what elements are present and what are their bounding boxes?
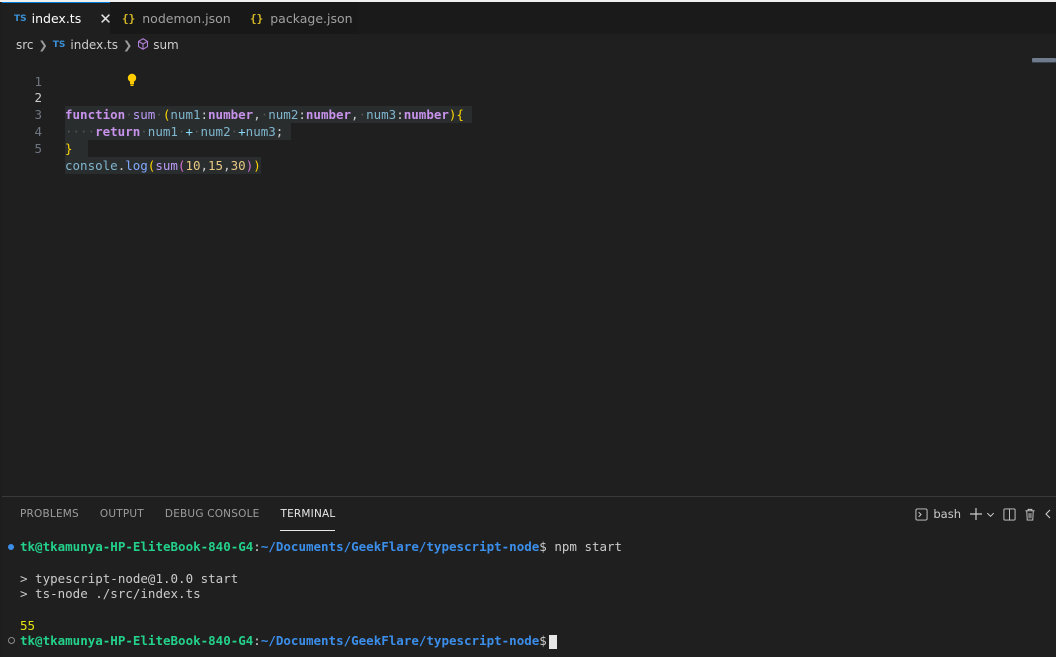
- kill-terminal-button[interactable]: [1024, 508, 1036, 521]
- object-name: console: [65, 158, 118, 173]
- trash-icon: [1025, 508, 1035, 521]
- tab-label: package.json: [270, 10, 353, 26]
- chevron-left-icon: [1045, 509, 1051, 519]
- terminal-cursor: [548, 634, 557, 649]
- code-editor[interactable]: 1 2 function·sum·(num1:number,·num2:numb…: [2, 56, 1056, 496]
- variable: num2: [200, 124, 231, 139]
- terminal-output-line: > typescript-node@1.0.0 start: [20, 571, 239, 586]
- param: num3: [366, 107, 397, 122]
- editor-tab-bar: TS index.ts ✕ {} nodemon.json {} package…: [2, 2, 1056, 34]
- type: number: [403, 107, 449, 122]
- bottom-panel: PROBLEMS OUTPUT DEBUG CONSOLE TERMINAL b…: [2, 496, 1056, 657]
- terminal-output-line: > ts-node ./src/index.ts: [20, 586, 201, 601]
- type: number: [305, 107, 352, 122]
- terminal-command: npm start: [554, 539, 623, 554]
- command-pending-decoration[interactable]: [8, 637, 15, 644]
- type: number: [208, 107, 254, 122]
- breadcrumb-symbol[interactable]: sum: [153, 38, 179, 52]
- code-line-5: 5 console.log(sum(10,15,30)): [2, 123, 261, 174]
- function-call: sum: [155, 158, 178, 173]
- tab-index-ts[interactable]: TS index.ts ✕: [2, 2, 112, 34]
- method-name: log: [125, 158, 148, 173]
- terminal-prompt-line: tk@tkamunya-HP-EliteBook-840-G4:~/Docume…: [20, 539, 623, 554]
- variable: num3: [245, 124, 276, 139]
- tab-nodemon-json[interactable]: {} nodemon.json: [110, 2, 238, 34]
- prompt-user: tk@tkamunya-HP-EliteBook-840-G4: [20, 633, 254, 648]
- terminal-prompt-line: tk@tkamunya-HP-EliteBook-840-G4:~/Docume…: [20, 633, 557, 649]
- terminal[interactable]: tk@tkamunya-HP-EliteBook-840-G4:~/Docume…: [2, 535, 1056, 657]
- chevron-right-icon: ❯: [38, 38, 48, 52]
- variable: num1: [147, 124, 178, 139]
- tab-debug-console[interactable]: DEBUG CONSOLE: [165, 497, 260, 531]
- symbol-method-icon: [137, 37, 149, 53]
- code-line-3: 3 ····return·num1·+·num2·+num3;: [2, 89, 291, 140]
- plus-icon: [970, 508, 982, 520]
- shell-name: bash: [933, 507, 961, 521]
- terminal-result: 55: [20, 618, 36, 633]
- code-line-2: 2 function·sum·(num1:number,·num2:number…: [2, 72, 1056, 123]
- minimap-line: [1032, 62, 1056, 63]
- number-literal: 15: [208, 158, 224, 173]
- tab-output[interactable]: OUTPUT: [100, 497, 144, 531]
- chevron-right-icon: ❯: [122, 38, 133, 52]
- split-terminal-button[interactable]: [1003, 507, 1016, 521]
- json-file-icon: {}: [250, 11, 264, 25]
- code-line-1: 1: [2, 56, 137, 89]
- param: num2: [268, 107, 299, 122]
- tab-label: index.ts: [31, 11, 82, 26]
- number-literal: 10: [185, 158, 201, 173]
- prompt-path: ~/Documents/GeekFlare/typescript-node: [260, 633, 540, 648]
- chevron-down-icon: [986, 512, 995, 517]
- line-number: 5: [34, 141, 42, 156]
- terminal-icon: [915, 507, 928, 521]
- breadcrumb-folder[interactable]: src: [16, 38, 34, 52]
- function-name: sum: [132, 107, 156, 122]
- vscode-window: TS index.ts ✕ {} nodemon.json {} package…: [2, 2, 1056, 657]
- breadcrumb-file[interactable]: index.ts: [70, 38, 118, 52]
- number-literal: 30: [230, 158, 246, 173]
- tab-label: nodemon.json: [142, 10, 231, 26]
- keyword: return: [95, 124, 141, 139]
- typescript-file-icon: TS: [52, 40, 66, 50]
- breadcrumb: src ❯ TS index.ts ❯ sum: [2, 34, 1056, 56]
- typescript-file-icon: TS: [14, 13, 27, 24]
- split-icon: [1003, 507, 1016, 521]
- json-file-icon: {}: [122, 11, 136, 25]
- tab-problems[interactable]: PROBLEMS: [20, 497, 79, 531]
- new-terminal-button[interactable]: [969, 507, 995, 521]
- param: num1: [170, 107, 201, 122]
- terminal-actions: bash: [915, 497, 1056, 531]
- more-actions-button[interactable]: [1044, 509, 1052, 519]
- keyword: function: [65, 107, 126, 122]
- command-success-decoration[interactable]: [8, 544, 14, 550]
- prompt-user: tk@tkamunya-HP-EliteBook-840-G4: [20, 539, 254, 554]
- tab-package-json[interactable]: {} package.json: [238, 2, 358, 34]
- terminal-shell-selector[interactable]: bash: [915, 507, 961, 521]
- tab-terminal[interactable]: TERMINAL: [280, 497, 336, 531]
- prompt-path: ~/Documents/GeekFlare/typescript-node: [260, 539, 540, 554]
- code-line-4: 4 }: [2, 106, 88, 157]
- panel-tab-bar: PROBLEMS OUTPUT DEBUG CONSOLE TERMINAL: [2, 497, 1056, 531]
